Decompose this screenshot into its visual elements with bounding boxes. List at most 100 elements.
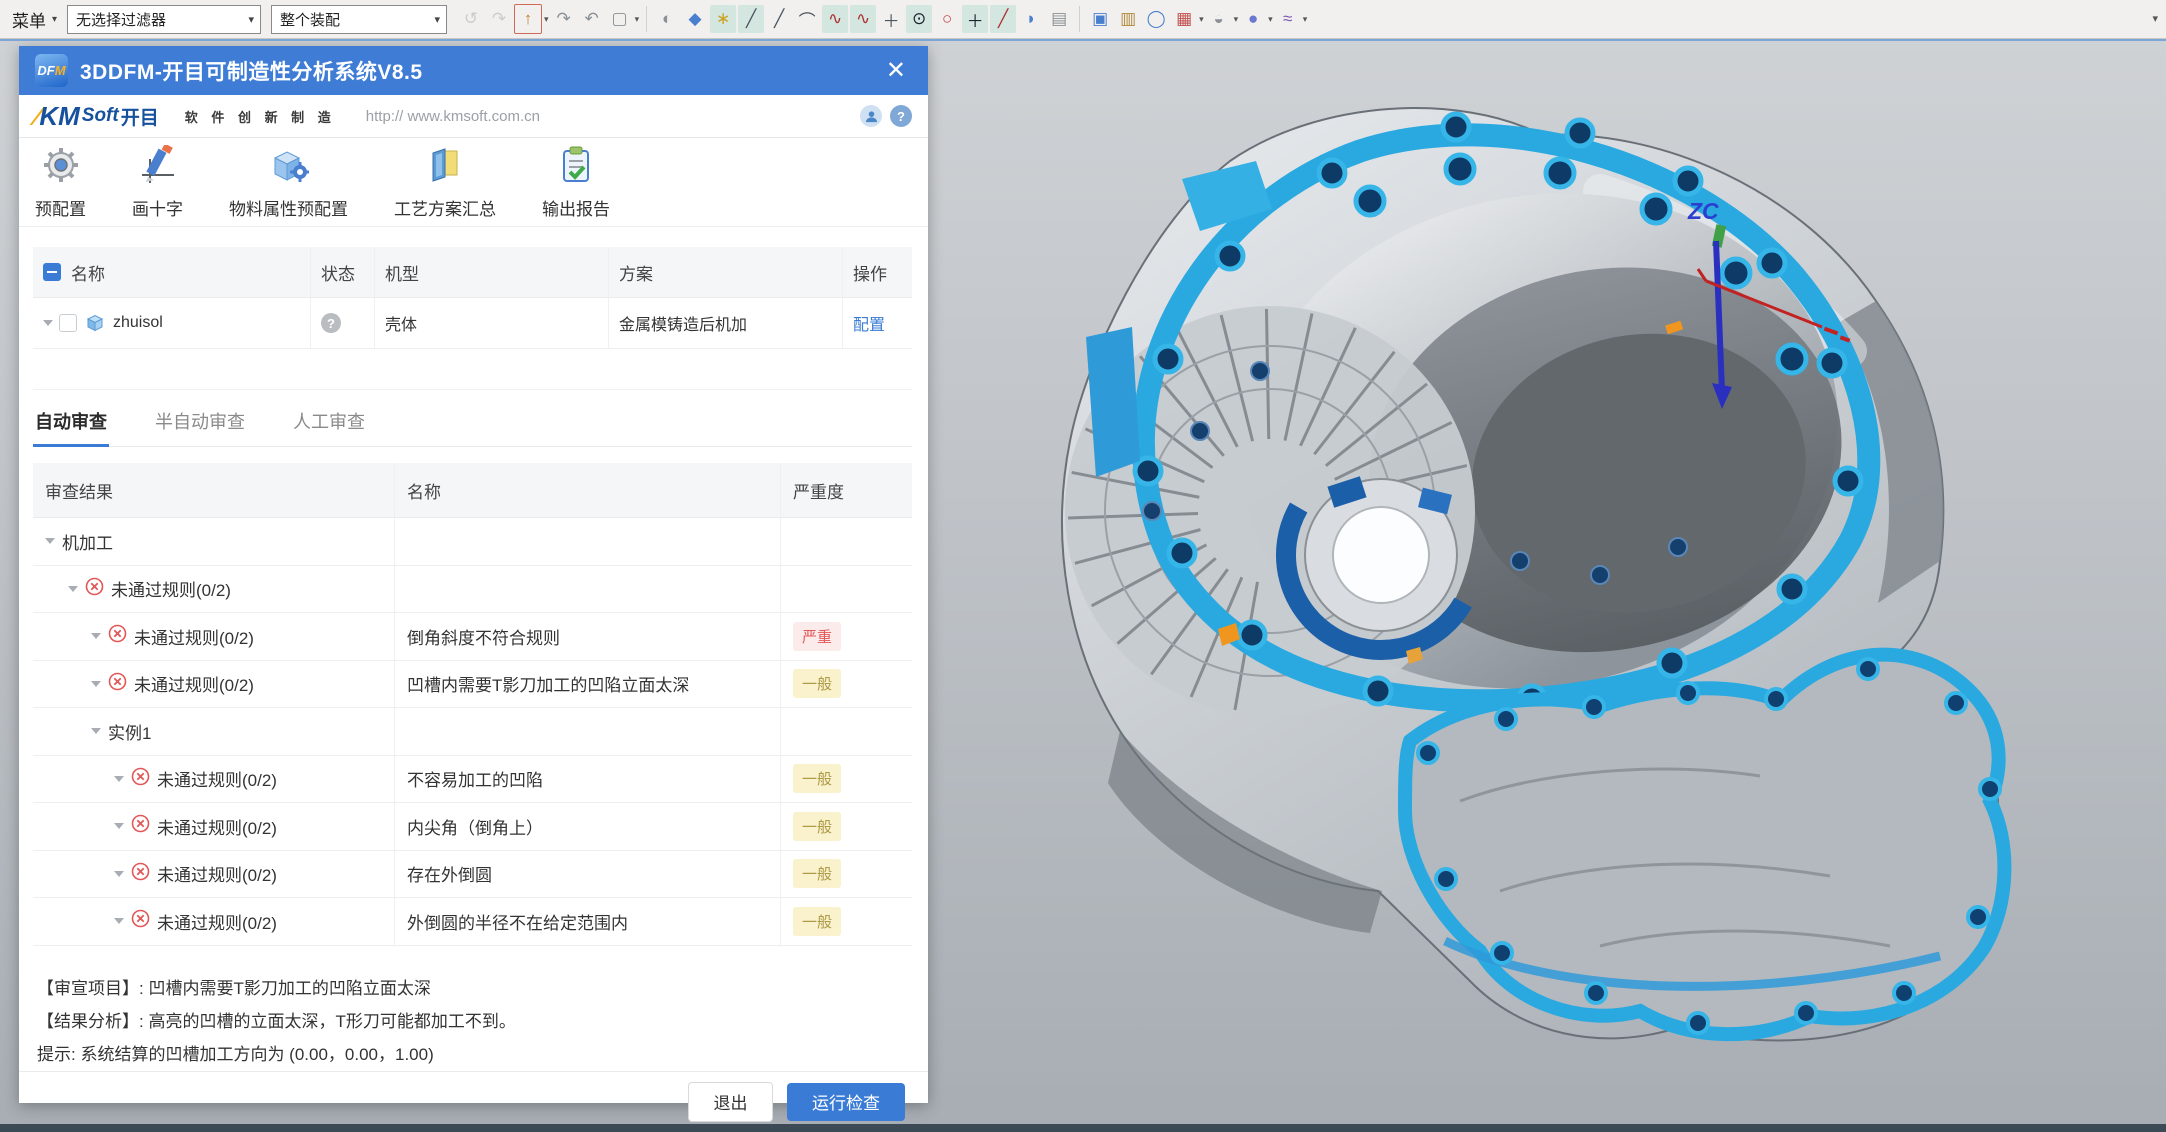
toolbar-overflow-caret[interactable]: ▾ [2152,12,2158,25]
plus-icon[interactable]: ＋ [962,5,988,33]
rule-name: 不容易加工的凹陷 [407,766,543,791]
selection-filter-dropdown[interactable]: 无选择过滤器 ▾ [67,5,261,34]
run-check-button[interactable]: 运行检查 [787,1083,905,1121]
row-checkbox[interactable] [59,314,77,332]
menu-label: 菜单 [12,7,46,32]
ellipse-icon[interactable]: ◯ [1143,5,1169,33]
arc-icon[interactable]: ⌒ [794,5,820,33]
brand-bar: ⁄KM Soft 开目 软 件 创 新 制 造 http:// www.kmso… [19,95,928,138]
blue-cube-icon[interactable]: ● [1240,5,1266,33]
pick-up-icon-caret[interactable]: ▾ [544,14,549,25]
tab-semi-auto-review[interactable]: 半自动审查 [153,404,247,446]
result-tree-row[interactable]: 未通过规则(0/2) 不容易加工的凹陷 一般 [33,756,912,804]
severity-badge: 一般 [793,764,841,793]
tree-caret-icon[interactable] [114,823,124,829]
result-label: 实例1 [108,719,151,744]
preconfig-button[interactable]: 预配置 [29,141,92,224]
line-icon[interactable]: ╱ [738,5,764,33]
result-tree-row[interactable]: 未通过规则(0/2) 外倒圆的半径不在给定范围内 一般 [33,898,912,946]
face-icon[interactable]: ◗ [1018,5,1044,33]
marquee-select-icon[interactable]: ▢ [607,5,633,33]
tree-caret-icon[interactable] [68,586,78,592]
part-cube-icon [85,313,105,333]
col-plan: 方案 [619,260,653,285]
configure-link[interactable]: 配置 [853,311,885,335]
result-label: 未通过规则(0/2) [157,909,277,934]
rule-failed-icon [108,672,127,696]
tree-caret-icon[interactable] [114,776,124,782]
redo-icon[interactable]: ↷ [486,5,512,33]
line2-icon[interactable]: ╱ [766,5,792,33]
rule-failed-icon [108,624,127,648]
gasket-flange [1405,655,2004,1035]
rotate-ccw-icon[interactable]: ↶ [579,5,605,33]
datum-axis-icon[interactable]: ＋ [878,5,904,33]
assembly-table: 名称 状态 机型 方案 操作 zhuisol ? 壳体 金属模铸造后机加 [33,247,912,349]
result-tree-row[interactable]: 未通过规则(0/2) 凹槽内需要T影刀加工的凹陷立面太深 一般 [33,661,912,709]
tree-caret-icon[interactable] [45,538,55,544]
window-icon[interactable]: ▣ [1087,5,1113,33]
dropdown-caret-icon: ▾ [435,13,441,26]
refresh-icon[interactable]: ↺ [458,5,484,33]
point-set-icon[interactable]: ∗ [710,5,736,33]
process-summary-button[interactable]: 工艺方案汇总 [388,141,502,224]
tab-manual-review[interactable]: 人工审查 [291,404,367,446]
expand-caret-icon[interactable] [43,320,53,326]
menu-button[interactable]: 菜单 ▾ [0,0,67,38]
material-preconfig-button[interactable]: 物料属性预配置 [223,141,354,224]
sphere-icon[interactable]: ◐ [654,5,680,33]
solid-cube-icon[interactable]: ◆ [682,5,708,33]
rule-name: 倒角斜度不符合规则 [407,624,560,649]
detail-result-analysis: 【结果分析】: 高亮的凹槽的立面太深，T形刀可能都加工不到。 [37,1005,912,1038]
result-tree-row[interactable]: 实例1 [33,708,912,756]
grid-icon-caret[interactable]: ▾ [1199,14,1204,25]
result-tree-row[interactable]: 未通过规则(0/2) 存在外倒圆 一般 [33,851,912,899]
selection-filter-value: 无选择过滤器 [76,9,166,30]
dialog-title-bar[interactable]: DFM 3DDFM-开目可制造性分析系统V8.5 ✕ [19,46,928,95]
dialog-icon[interactable]: ▥ [1115,5,1141,33]
point-line-icon[interactable]: ╱ [990,5,1016,33]
select-all-checkbox[interactable] [43,263,61,281]
close-icon[interactable]: ✕ [880,57,912,85]
plan-value: 金属模铸造后机加 [619,311,747,335]
body-icon-caret[interactable]: ▾ [1234,14,1239,25]
result-label: 未通过规则(0/2) [134,671,254,696]
dashed-circle-icon[interactable]: ○ [934,5,960,33]
col-action: 操作 [853,260,887,285]
user-icon[interactable] [860,105,882,127]
blue-cube-icon-caret[interactable]: ▾ [1268,14,1273,25]
tree-caret-icon[interactable] [114,918,124,924]
vector-icon[interactable]: ≈ [1275,5,1301,33]
body-icon[interactable]: ◒ [1206,5,1232,33]
result-label: 未通过规则(0/2) [134,624,254,649]
help-icon[interactable]: ? [890,105,912,127]
output-report-button[interactable]: 输出报告 [536,141,616,224]
col-severity: 严重度 [793,478,844,503]
result-tree-row[interactable]: 未通过规则(0/2) 内尖角（倒角上） 一般 [33,803,912,851]
grid-icon[interactable]: ▦ [1171,5,1197,33]
tree-caret-icon[interactable] [91,728,101,734]
assembly-row[interactable]: zhuisol ? 壳体 金属模铸造后机加 配置 [33,298,912,349]
exit-button[interactable]: 退出 [688,1082,773,1122]
draw-cross-button[interactable]: 画十字 [126,141,189,224]
sheet-icon[interactable]: ▤ [1046,5,1072,33]
pick-up-icon[interactable]: ↑ [514,4,542,34]
3d-viewport[interactable]: ZC [900,41,2166,1124]
selection-scope-value: 整个装配 [280,9,340,30]
tree-caret-icon[interactable] [114,871,124,877]
rotate-cw-icon[interactable]: ↷ [551,5,577,33]
tree-caret-icon[interactable] [91,633,101,639]
marquee-select-icon-caret[interactable]: ▾ [635,14,640,25]
tab-auto-review[interactable]: 自动审查 [33,404,109,446]
result-tree-row[interactable]: 未通过规则(0/2) 倒角斜度不符合规则 严重 [33,613,912,661]
result-label: 机加工 [62,529,113,554]
result-tree-row[interactable]: 机加工 [33,518,912,566]
polyline-icon[interactable]: ∿ [822,5,848,33]
tree-caret-icon[interactable] [91,681,101,687]
circle-center-icon[interactable]: ⊙ [906,5,932,33]
vector-icon-caret[interactable]: ▾ [1303,14,1308,25]
spline-icon[interactable]: ∿ [850,5,876,33]
selection-scope-dropdown[interactable]: 整个装配 ▾ [271,5,447,34]
result-tree-row[interactable]: 未通过规则(0/2) [33,566,912,614]
severity-badge: 一般 [793,669,841,698]
